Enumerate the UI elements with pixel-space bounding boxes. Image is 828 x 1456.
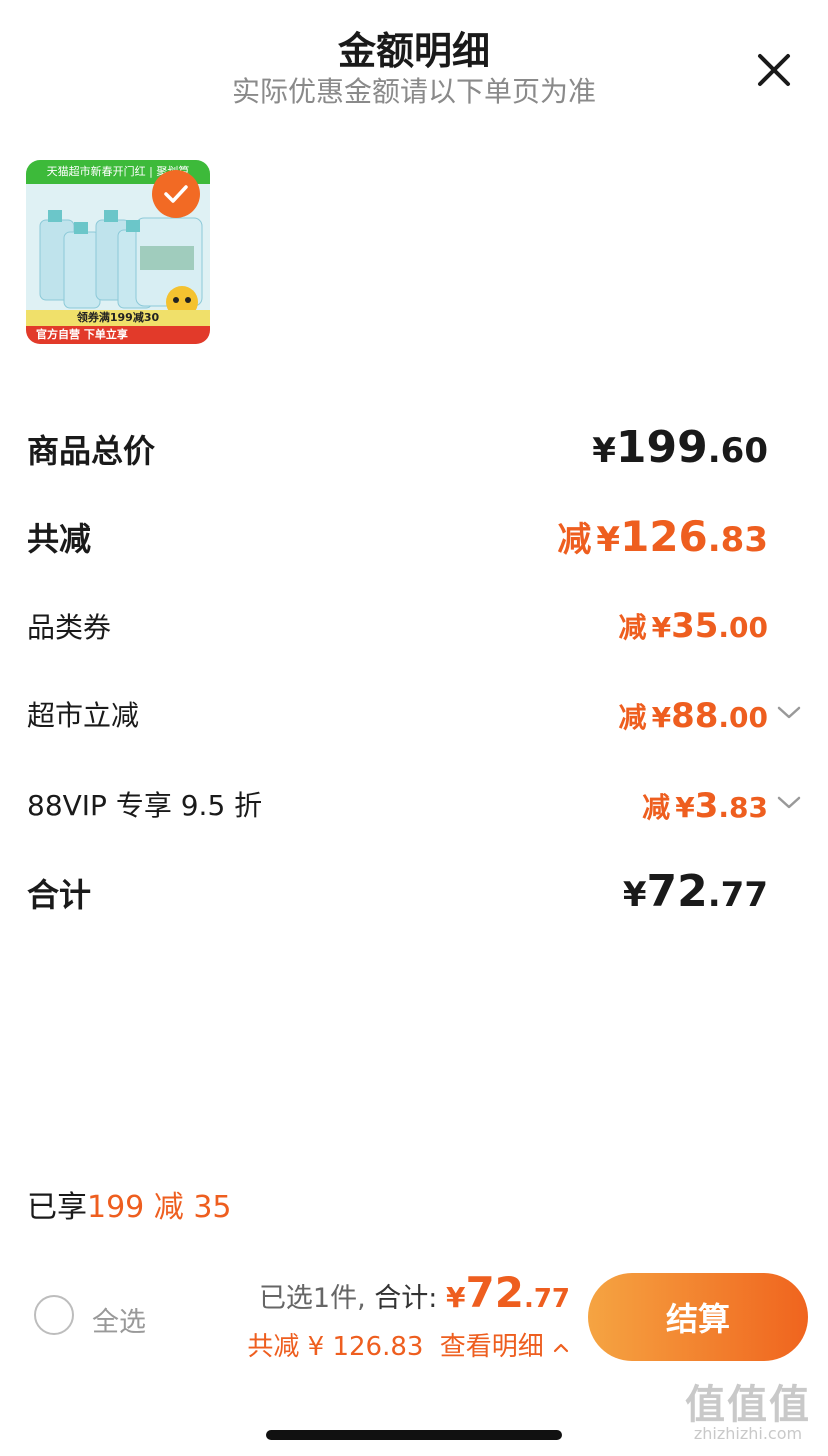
chevron-up-icon bbox=[553, 1343, 569, 1352]
page-title: 金额明细 bbox=[337, 29, 490, 73]
watermark-logo: 值值值 bbox=[685, 1382, 811, 1428]
page-subtitle: 实际优惠金额请以下单页为准 bbox=[231, 75, 596, 108]
total-label: 合计 bbox=[27, 876, 92, 914]
total-discount-label: 共减 bbox=[27, 520, 92, 558]
vip-discount-expand-button[interactable] bbox=[776, 794, 802, 812]
total-amount: ¥72.77 bbox=[622, 866, 768, 917]
category-coupon-amount: 减 ¥35.00 bbox=[618, 606, 768, 646]
supermarket-discount-expand-button[interactable] bbox=[776, 704, 802, 722]
subtotal-amount: ¥199.60 bbox=[592, 422, 768, 473]
product-tagline: 官方自营 下单立享 bbox=[26, 326, 210, 344]
vip-discount-amount[interactable]: 减 ¥3.83 bbox=[642, 786, 768, 826]
checkout-button[interactable]: 结算 bbox=[588, 1273, 808, 1361]
supermarket-discount-amount[interactable]: 减 ¥88.00 bbox=[618, 696, 768, 736]
supermarket-discount-label: 超市立减 bbox=[27, 699, 140, 732]
promo-enjoyed-text: 已享199 减 35 bbox=[27, 1190, 232, 1225]
vip-discount-label: 88VIP 专享 9.5 折 bbox=[27, 789, 263, 822]
select-all-label[interactable]: 全选 bbox=[92, 1300, 146, 1339]
total-discount-amount: 减 ¥126.83 bbox=[557, 512, 768, 561]
category-coupon-label: 品类券 bbox=[27, 611, 112, 644]
view-detail-link[interactable]: 共减 ¥ 126.83 查看明细 bbox=[247, 1326, 570, 1363]
select-all-radio[interactable] bbox=[34, 1295, 74, 1335]
coupon-strip: 领券满199减30 bbox=[26, 310, 210, 326]
close-button[interactable] bbox=[748, 44, 800, 96]
close-icon bbox=[758, 54, 790, 86]
subtotal-label: 商品总价 bbox=[27, 432, 156, 470]
footer-summary: 已选1件, 合计: ¥72.77 bbox=[258, 1268, 570, 1317]
chevron-down-icon bbox=[777, 796, 801, 809]
checkmark-icon bbox=[164, 185, 188, 203]
selected-check-badge[interactable] bbox=[152, 170, 200, 218]
home-indicator[interactable] bbox=[266, 1430, 562, 1440]
chevron-down-icon bbox=[777, 706, 801, 719]
watermark-url: zhizhizhi.com bbox=[693, 1424, 803, 1443]
product-thumbnail[interactable]: 天猫超市新春开门红 | 聚划算 领券满199减30 官方自营 下单立享 bbox=[26, 160, 210, 344]
